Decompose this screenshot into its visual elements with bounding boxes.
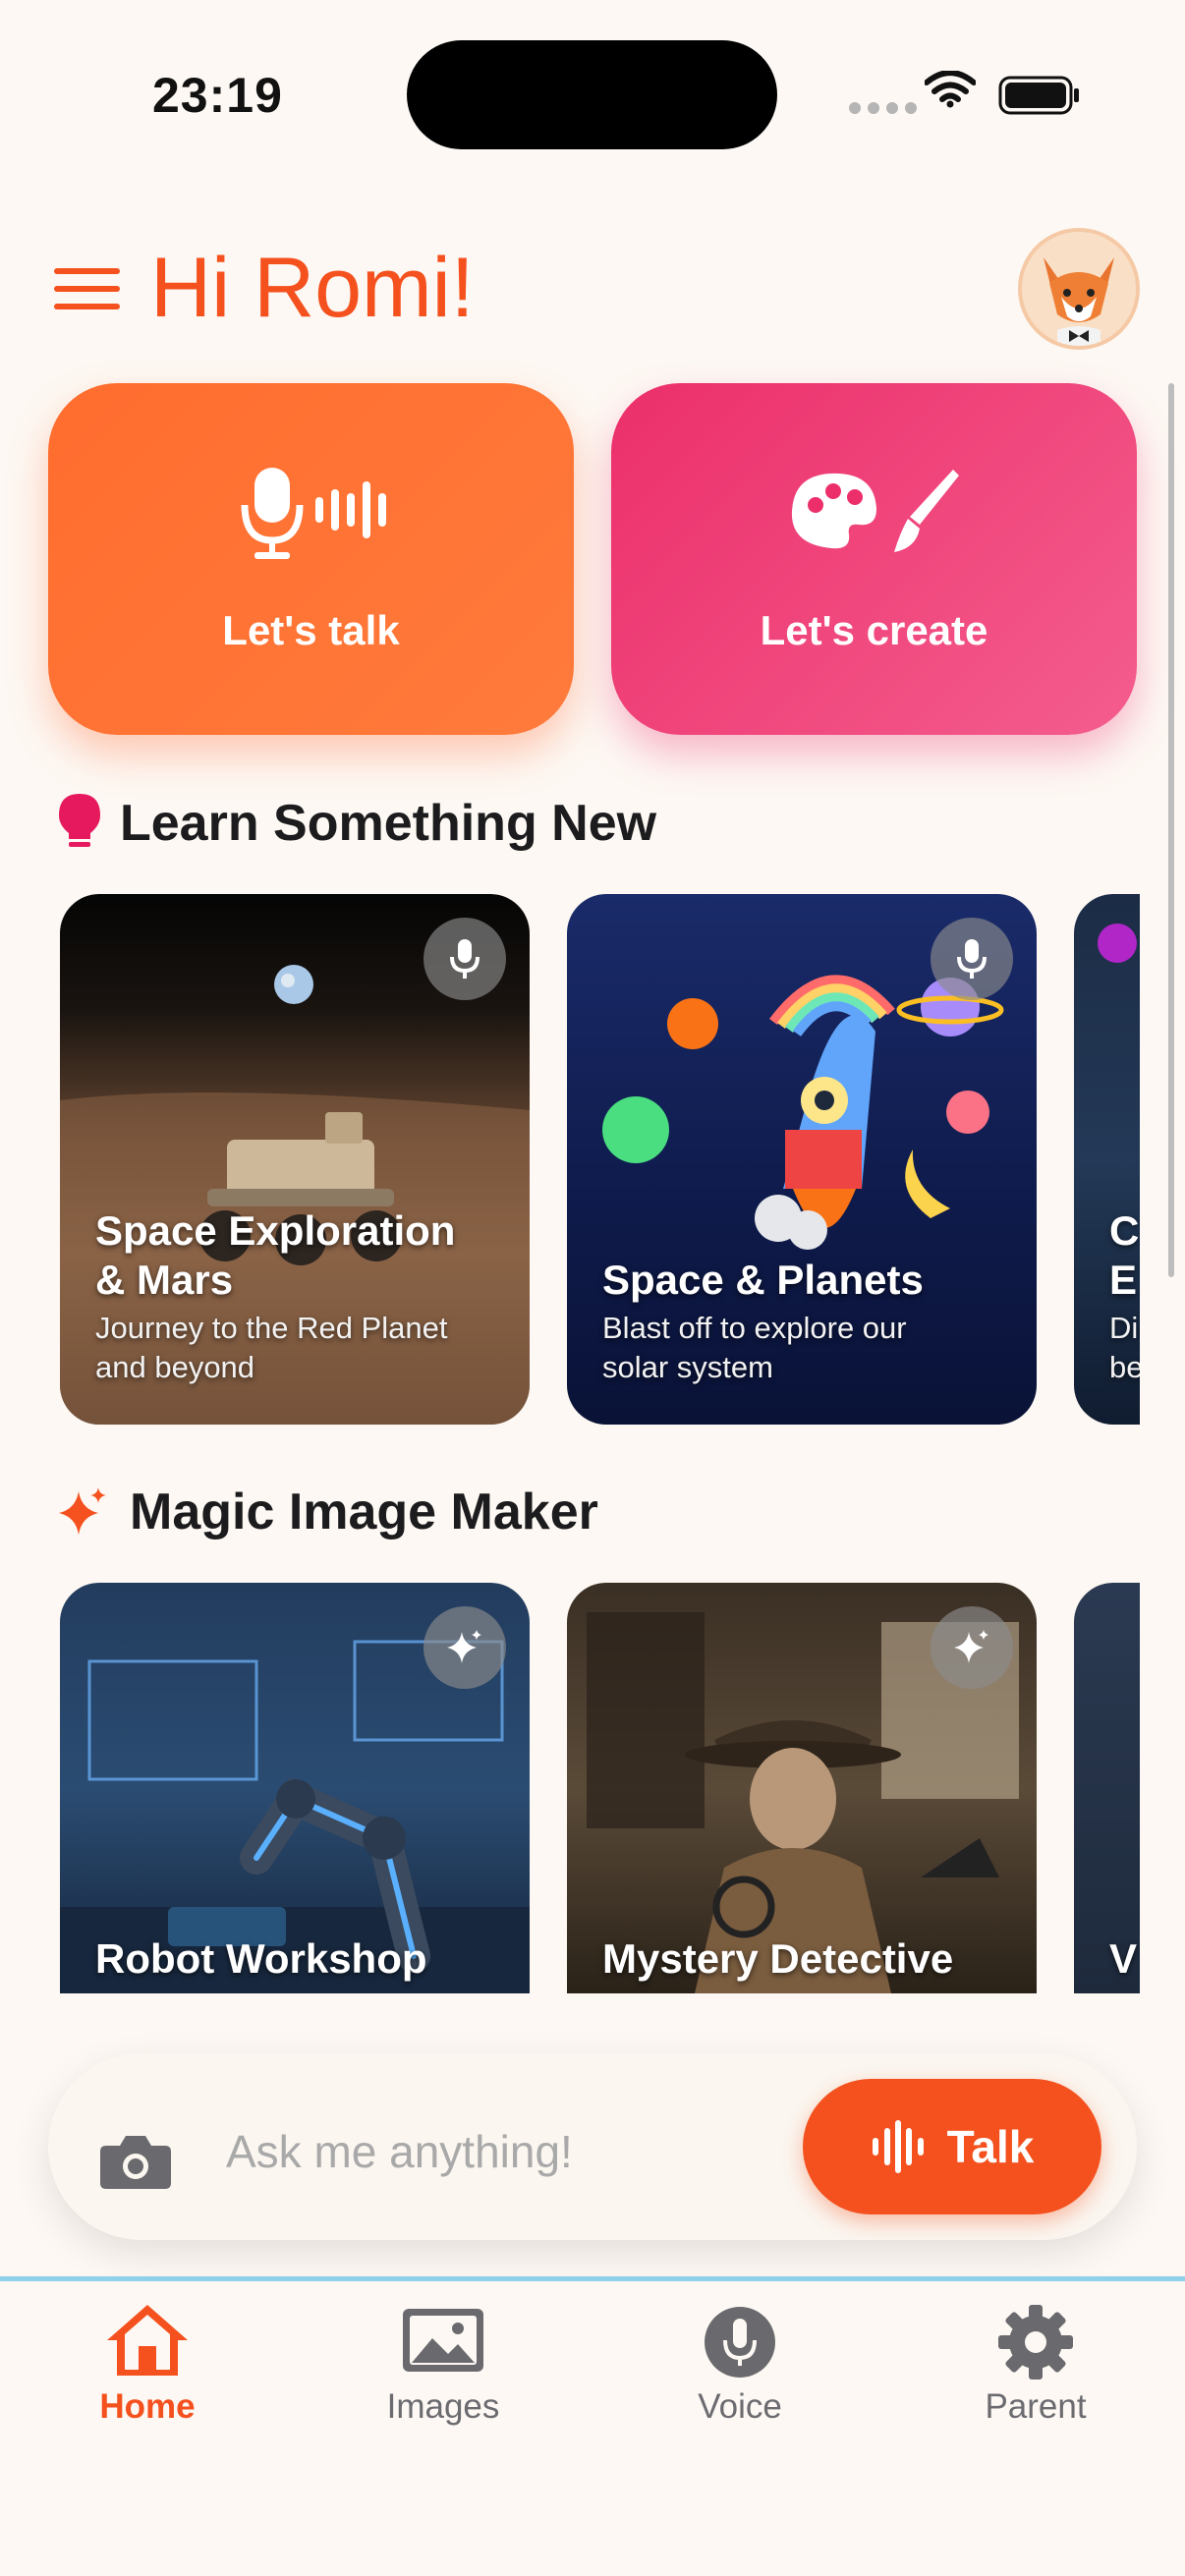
card-title-line: & Mars — [95, 1257, 234, 1303]
card-title: Robot Workshop — [95, 1935, 427, 1982]
sparkle-icon — [55, 1485, 110, 1545]
card-title-line: Space Exploration — [95, 1207, 456, 1254]
status-time: 23:19 — [152, 68, 283, 123]
image-icon — [403, 2309, 483, 2372]
lets-create-button[interactable]: Let's create — [611, 383, 1137, 735]
tab-parent-label: Parent — [985, 2387, 1087, 2426]
magic-card-carousel[interactable]: Robot Workshop Mystery Detective V — [0, 1583, 1140, 1993]
lets-talk-label: Let's talk — [222, 607, 400, 653]
image-card-mystery-detective[interactable]: Mystery Detective — [567, 1583, 1037, 1993]
wifi-icon — [924, 70, 977, 113]
image-card-partial[interactable]: V — [1074, 1583, 1140, 1993]
atom-icon — [1098, 924, 1137, 963]
fox-avatar-icon — [1022, 232, 1136, 346]
cellular-signal-icon — [849, 102, 917, 114]
tab-home[interactable]: Home — [39, 2301, 255, 2427]
magic-section-title: Magic Image Maker — [130, 1484, 598, 1540]
menu-icon[interactable] — [54, 268, 120, 309]
learn-card-carousel[interactable]: Space Exploration & Mars Journey to the … — [0, 894, 1140, 1425]
ask-input[interactable] — [226, 2112, 776, 2191]
scrollbar[interactable] — [1168, 383, 1174, 1277]
tab-images-label: Images — [386, 2387, 500, 2426]
tab-images[interactable]: Images — [335, 2301, 551, 2427]
talk-button[interactable]: Talk — [803, 2079, 1101, 2214]
tab-parent[interactable]: Parent — [928, 2301, 1144, 2427]
lets-talk-button[interactable]: Let's talk — [48, 383, 574, 735]
card-subtitle-line: Journey to the Red Planet — [95, 1311, 448, 1345]
card-subtitle-line: Di — [1109, 1311, 1139, 1345]
lightbulb-icon — [57, 792, 102, 856]
voice-badge-mic-icon — [423, 918, 506, 1000]
card-subtitle-line: and beyond — [95, 1350, 255, 1384]
gear-icon — [998, 2305, 1073, 2380]
magic-badge-sparkle-icon — [423, 1606, 506, 1689]
tab-home-label: Home — [99, 2387, 196, 2426]
mic-waveform-icon — [48, 464, 574, 567]
magic-badge-sparkle-icon — [931, 1606, 1013, 1689]
voice-badge-mic-icon — [931, 918, 1013, 1000]
topic-card-space-planets[interactable]: Space & Planets Blast off to explore our… — [567, 894, 1037, 1425]
topic-card-space-mars[interactable]: Space Exploration & Mars Journey to the … — [60, 894, 530, 1425]
card-title-line: C — [1109, 1207, 1140, 1254]
mic-icon — [705, 2307, 775, 2378]
card-title: Mystery Detective — [602, 1935, 954, 1982]
talk-button-label: Talk — [946, 2121, 1035, 2172]
topic-card-partial[interactable]: C E Di be — [1074, 894, 1140, 1425]
card-subtitle-line: be — [1109, 1350, 1140, 1384]
image-card-robot-workshop[interactable]: Robot Workshop — [60, 1583, 530, 1993]
card-title-line: E — [1109, 1257, 1138, 1303]
dynamic-island — [407, 40, 777, 149]
tab-voice-label: Voice — [698, 2387, 782, 2426]
battery-icon — [998, 76, 1081, 120]
learn-section-title: Learn Something New — [120, 795, 657, 852]
card-subtitle-line: solar system — [602, 1350, 773, 1384]
bottom-tab-bar: Home Images Voice Parent — [0, 2281, 1185, 2576]
card-subtitle-line: Blast off to explore our — [602, 1311, 907, 1345]
card-title: V — [1109, 1935, 1138, 1982]
avatar[interactable] — [1018, 228, 1140, 350]
card-title-line: Space & Planets — [602, 1257, 924, 1303]
camera-icon[interactable] — [98, 2134, 173, 2196]
greeting-title: Hi Romi! — [150, 241, 475, 335]
home-icon — [107, 2305, 188, 2376]
waveform-icon — [872, 2120, 924, 2173]
tab-voice[interactable]: Voice — [632, 2301, 848, 2427]
palette-brush-icon — [611, 464, 1137, 567]
lets-create-label: Let's create — [760, 607, 988, 653]
